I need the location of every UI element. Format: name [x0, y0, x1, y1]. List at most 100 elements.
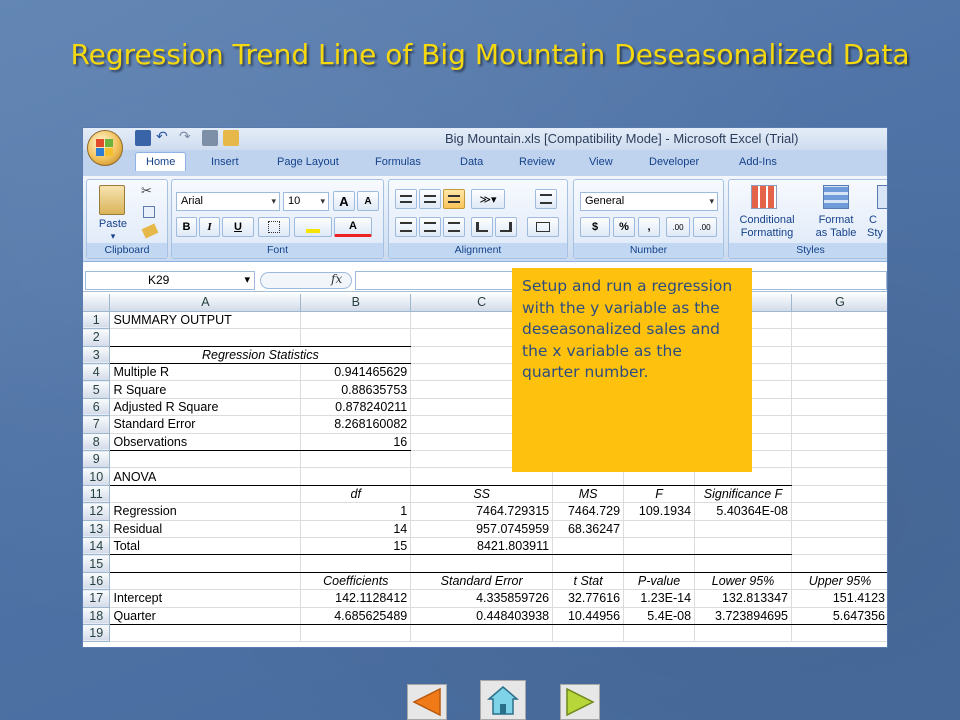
row-header[interactable]: 4 — [83, 363, 111, 382]
tab-home[interactable]: Home — [135, 152, 187, 171]
table-cell[interactable]: Total — [109, 537, 302, 556]
table-cell[interactable]: Regression — [109, 502, 302, 521]
table-cell[interactable] — [300, 467, 412, 486]
table-cell[interactable] — [791, 415, 887, 434]
decrease-decimal-button[interactable]: .00 — [693, 217, 717, 237]
table-cell[interactable]: 1.23E-14 — [623, 589, 696, 608]
align-bottom-button[interactable] — [443, 189, 465, 209]
table-cell[interactable]: Standard Error — [410, 572, 554, 591]
cut-icon[interactable]: ✂ — [141, 184, 152, 199]
comma-button[interactable]: , — [638, 217, 660, 237]
redo-icon[interactable]: ↷ — [179, 130, 197, 146]
borders-button[interactable] — [258, 217, 290, 237]
align-top-button[interactable] — [395, 189, 417, 209]
table-cell[interactable] — [109, 328, 302, 347]
table-cell[interactable] — [552, 537, 625, 556]
conditional-formatting-label-1[interactable]: Conditional — [731, 214, 803, 227]
table-cell[interactable] — [623, 537, 696, 556]
row-header[interactable]: 14 — [83, 537, 111, 556]
paste-icon[interactable] — [99, 185, 125, 215]
row-header[interactable]: 8 — [83, 433, 111, 452]
table-cell[interactable]: 1 — [300, 502, 412, 521]
table-cell[interactable]: MS — [552, 485, 625, 504]
table-cell[interactable] — [552, 624, 625, 643]
name-box[interactable]: K29 — [85, 271, 255, 290]
grow-font-button[interactable]: A — [333, 191, 355, 211]
next-slide-button[interactable] — [560, 684, 600, 720]
row-header[interactable]: 15 — [83, 554, 111, 573]
office-button[interactable] — [87, 130, 123, 166]
row-header[interactable]: 11 — [83, 485, 111, 504]
row-header[interactable]: 6 — [83, 398, 111, 417]
table-cell[interactable] — [109, 485, 302, 504]
table-cell[interactable] — [791, 554, 887, 573]
table-cell[interactable]: t Stat — [552, 572, 625, 591]
table-cell[interactable] — [109, 450, 302, 469]
wrap-text-button[interactable] — [535, 189, 557, 209]
table-cell[interactable]: Quarter — [109, 607, 302, 625]
table-cell[interactable] — [300, 311, 412, 330]
table-cell[interactable] — [791, 311, 887, 330]
table-cell[interactable]: Standard Error — [109, 415, 302, 434]
table-cell[interactable]: 7464.729315 — [410, 502, 554, 521]
row-header[interactable]: 5 — [83, 380, 111, 399]
row-header[interactable]: 19 — [83, 624, 111, 643]
table-cell[interactable] — [791, 433, 887, 452]
table-cell[interactable]: 16 — [300, 433, 412, 452]
tab-data[interactable]: Data — [460, 156, 483, 168]
bold-button[interactable]: B — [176, 217, 197, 237]
table-cell[interactable] — [791, 380, 887, 399]
table-cell[interactable]: F — [623, 485, 696, 504]
row-header[interactable]: 3 — [83, 346, 111, 365]
align-center-button[interactable] — [419, 217, 441, 237]
format-as-table-icon[interactable] — [823, 185, 849, 209]
table-cell[interactable]: Observations — [109, 433, 302, 452]
cell-styles-label-2[interactable]: Sty — [867, 227, 887, 240]
merge-center-button[interactable] — [527, 217, 559, 237]
number-format-select[interactable]: General — [580, 192, 718, 211]
table-cell[interactable] — [791, 467, 887, 486]
table-cell[interactable]: 8421.803911 — [410, 537, 554, 556]
table-cell[interactable]: Lower 95% — [694, 572, 793, 591]
align-right-button[interactable] — [443, 217, 465, 237]
table-cell[interactable] — [300, 624, 412, 643]
cell-styles-icon[interactable] — [877, 185, 887, 209]
table-cell[interactable] — [300, 328, 412, 347]
percent-button[interactable]: % — [613, 217, 635, 237]
table-cell[interactable]: 5.4E-08 — [623, 607, 696, 625]
row-header[interactable]: 13 — [83, 520, 111, 538]
table-cell[interactable]: 3.723894695 — [694, 607, 793, 625]
table-cell[interactable] — [623, 624, 696, 643]
table-cell[interactable]: 109.1934 — [623, 502, 696, 521]
previous-slide-button[interactable] — [407, 684, 447, 720]
format-as-table-label-2[interactable]: as Table — [807, 227, 865, 240]
row-header[interactable]: 17 — [83, 589, 111, 608]
table-cell[interactable]: 957.0745959 — [410, 520, 554, 538]
column-header[interactable]: B — [300, 294, 412, 312]
row-header[interactable]: 16 — [83, 572, 111, 591]
align-middle-button[interactable] — [419, 189, 441, 209]
table-cell[interactable]: Coefficients — [300, 572, 412, 591]
table-cell[interactable]: 15 — [300, 537, 412, 556]
table-cell[interactable]: Intercept — [109, 589, 302, 608]
tab-page-layout[interactable]: Page Layout — [277, 156, 339, 168]
save-icon[interactable] — [135, 130, 151, 146]
table-cell[interactable]: 10.44956 — [552, 607, 625, 625]
tab-review[interactable]: Review — [519, 156, 555, 168]
conditional-formatting-icon[interactable] — [751, 185, 777, 209]
table-cell[interactable]: R Square — [109, 380, 302, 399]
undo-icon[interactable]: ↶ — [156, 130, 174, 146]
table-cell[interactable] — [694, 520, 793, 538]
orientation-button[interactable]: ≫▾ — [471, 189, 505, 209]
table-cell[interactable]: 5.40364E-08 — [694, 502, 793, 521]
table-cell[interactable]: 14 — [300, 520, 412, 538]
table-cell[interactable]: 4.335859726 — [410, 589, 554, 608]
table-cell[interactable]: 4.685625489 — [300, 607, 412, 625]
tab-formulas[interactable]: Formulas — [375, 156, 421, 168]
fill-color-button[interactable] — [294, 217, 332, 237]
table-cell[interactable]: Upper 95% — [791, 572, 887, 591]
row-header[interactable]: 1 — [83, 311, 111, 330]
font-name-select[interactable]: Arial — [176, 192, 280, 211]
table-cell[interactable]: P-value — [623, 572, 696, 591]
align-left-button[interactable] — [395, 217, 417, 237]
